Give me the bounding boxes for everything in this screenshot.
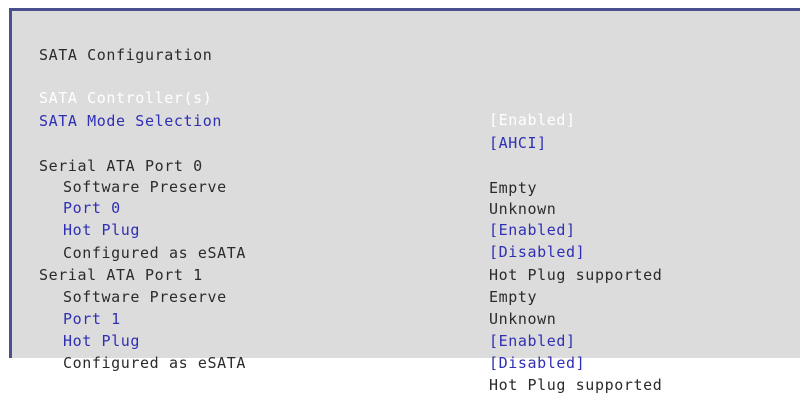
sata-controller-value[interactable]: [Enabled] — [489, 109, 576, 131]
section-title: SATA Configuration — [39, 46, 213, 64]
sata-configuration-panel: SATA Configuration SATA Controller(s) [E… — [12, 11, 800, 394]
info-port0-header: Serial ATA Port 0 Empty — [12, 133, 800, 197]
info-port1-software-preserve: Software Preserve Unknown — [12, 264, 800, 328]
setting-port1-enable[interactable]: Port 1 [Enabled] — [12, 286, 800, 350]
info-port1-header: Serial ATA Port 1 Empty — [12, 242, 800, 306]
setting-port1-hotplug[interactable]: Hot Plug [Disabled] — [12, 308, 800, 372]
setting-port0-hotplug[interactable]: Hot Plug [Disabled] — [12, 197, 800, 261]
bios-screen: SATA Configuration SATA Controller(s) [E… — [0, 0, 805, 394]
setting-sata-mode[interactable]: SATA Mode Selection [AHCI] — [12, 88, 800, 152]
info-port0-software-preserve: Software Preserve Unknown — [12, 154, 800, 218]
section-title-row: SATA Configuration — [12, 22, 800, 64]
info-port0-esata: Configured as eSATA Hot Plug supported — [12, 220, 800, 284]
setting-port0-enable[interactable]: Port 0 [Enabled] — [12, 175, 800, 239]
info-port1-esata: Configured as eSATA Hot Plug supported — [12, 330, 800, 394]
port1-esata-label: Configured as eSATA — [63, 354, 246, 372]
setting-sata-controller[interactable]: SATA Controller(s) [Enabled] — [12, 65, 800, 129]
port1-hotplug-value[interactable]: [Disabled] — [489, 352, 585, 374]
sata-mode-label: SATA Mode Selection — [39, 112, 222, 130]
port1-esata-value: Hot Plug supported — [489, 376, 663, 394]
